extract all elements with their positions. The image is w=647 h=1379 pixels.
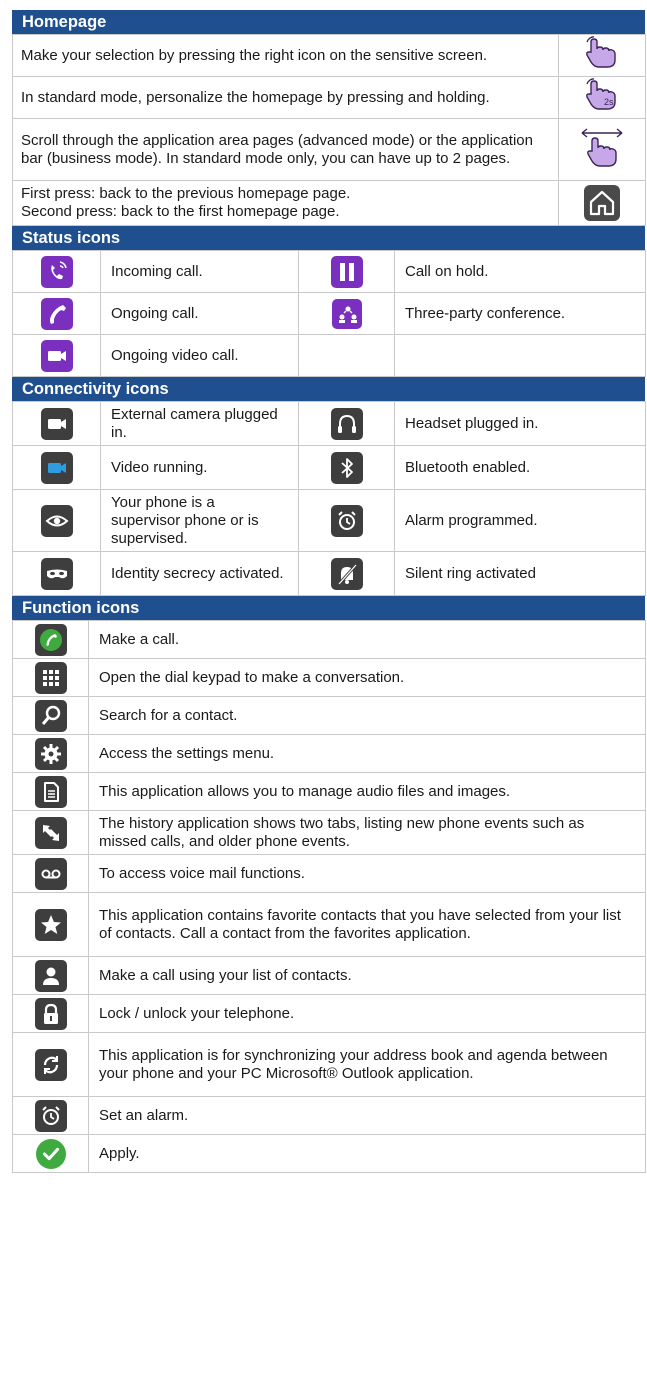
check-icon <box>35 1138 66 1169</box>
function-text: Set an alarm. <box>88 1096 646 1135</box>
table-row: Ongoing call. Three-party conference. <box>12 292 646 335</box>
table-row: This application is for synchronizing yo… <box>12 1032 646 1097</box>
status-text: Call on hold. <box>394 250 646 293</box>
connectivity-text: Your phone is a supervisor phone or is s… <box>100 489 299 552</box>
status-text: Ongoing video call. <box>100 334 299 377</box>
connectivity-text: Alarm programmed. <box>394 489 646 552</box>
history-arrows-icon <box>34 816 67 849</box>
status-text: Three-party conference. <box>394 292 646 335</box>
status-text: Ongoing call. <box>100 292 299 335</box>
conference-icon <box>331 298 362 329</box>
alarm-clock-icon <box>34 1099 67 1132</box>
table-row: Search for a contact. <box>12 696 646 735</box>
function-text: Lock / unlock your telephone. <box>88 994 646 1033</box>
row-text: Make your selection by pressing the righ… <box>12 34 559 77</box>
section-header-connectivity-icons: Connectivity icons <box>12 377 645 401</box>
function-text: Search for a contact. <box>88 696 646 735</box>
table-row: Make your selection by pressing the righ… <box>12 34 646 77</box>
table-row: Access the settings menu. <box>12 734 646 773</box>
homepage-table: Make your selection by pressing the righ… <box>12 34 646 226</box>
status-table: Incoming call. Call on hold. Ongoing cal… <box>12 250 646 377</box>
row-text: Scroll through the application area page… <box>12 118 559 181</box>
table-row: Scroll through the application area page… <box>12 118 646 181</box>
video-camera-icon <box>40 339 73 372</box>
document-icon <box>34 775 67 808</box>
table-row: Apply. <box>12 1134 646 1173</box>
function-text: This application is for synchronizing yo… <box>88 1032 646 1097</box>
status-text: Incoming call. <box>100 250 299 293</box>
lock-icon <box>34 997 67 1030</box>
table-row: Open the dial keypad to make a conversat… <box>12 658 646 697</box>
icon-reference-page: Homepage Make your selection by pressing… <box>12 10 646 1173</box>
section-header-function-icons: Function icons <box>12 596 645 620</box>
table-row: In standard mode, personalize the homepa… <box>12 76 646 119</box>
connectivity-text: External camera plugged in. <box>100 401 299 446</box>
contact-icon <box>34 959 67 992</box>
table-row: Make a call. <box>12 620 646 659</box>
function-text: The history application shows two tabs, … <box>88 810 646 855</box>
star-icon <box>34 908 67 941</box>
empty-cell <box>394 334 646 377</box>
function-text: Open the dial keypad to make a conversat… <box>88 658 646 697</box>
sync-icon <box>34 1048 67 1081</box>
function-text: This application allows you to manage au… <box>88 772 646 811</box>
green-phone-icon <box>34 623 67 656</box>
eye-icon <box>40 504 73 537</box>
section-header-homepage: Homepage <box>12 10 645 34</box>
voicemail-icon <box>34 857 67 890</box>
gear-icon <box>34 737 67 770</box>
function-text: This application contains favorite conta… <box>88 892 646 957</box>
home-icon <box>558 180 646 226</box>
table-row: This application contains favorite conta… <box>12 892 646 957</box>
silent-bell-icon <box>330 557 363 590</box>
table-row: Identity secrecy activated. Silent ring … <box>12 551 646 596</box>
phone-handset-icon <box>40 297 73 330</box>
table-row: To access voice mail functions. <box>12 854 646 893</box>
function-text: Make a call. <box>88 620 646 659</box>
table-row: The history application shows two tabs, … <box>12 810 646 855</box>
camera-icon <box>40 407 73 440</box>
bluetooth-icon <box>330 451 363 484</box>
connectivity-text: Bluetooth enabled. <box>394 445 646 490</box>
search-icon <box>34 699 67 732</box>
table-row: Make a call using your list of contacts. <box>12 956 646 995</box>
function-text: Apply. <box>88 1134 646 1173</box>
connectivity-text: Headset plugged in. <box>394 401 646 446</box>
connectivity-table: External camera plugged in. Headset plug… <box>12 401 646 596</box>
connectivity-text: Video running. <box>100 445 299 490</box>
table-row: Set an alarm. <box>12 1096 646 1135</box>
mask-icon <box>40 557 73 590</box>
function-text: To access voice mail functions. <box>88 854 646 893</box>
row-text: First press: back to the previous homepa… <box>12 180 559 226</box>
table-row: This application allows you to manage au… <box>12 772 646 811</box>
swipe-hand-icon <box>558 118 646 181</box>
table-row: First press: back to the previous homepa… <box>12 180 646 226</box>
table-row: Your phone is a supervisor phone or is s… <box>12 489 646 552</box>
function-text: Make a call using your list of contacts. <box>88 956 646 995</box>
pause-icon <box>330 255 363 288</box>
video-running-icon <box>40 451 73 484</box>
incoming-call-icon <box>40 255 73 288</box>
keypad-icon <box>34 661 67 694</box>
table-row: Ongoing video call. <box>12 334 646 377</box>
alarm-icon <box>330 504 363 537</box>
icon-2s-label: 2s <box>604 97 614 107</box>
headset-icon <box>330 407 363 440</box>
table-row: Video running. Bluetooth enabled. <box>12 445 646 490</box>
row-text: In standard mode, personalize the homepa… <box>12 76 559 119</box>
press-hold-2s-icon: 2s <box>558 76 646 119</box>
function-table: Make a call. Open the dial keypad to mak… <box>12 620 646 1173</box>
table-row: External camera plugged in. Headset plug… <box>12 401 646 446</box>
function-text: Access the settings menu. <box>88 734 646 773</box>
section-header-status-icons: Status icons <box>12 226 645 250</box>
empty-cell <box>298 334 395 377</box>
connectivity-text: Identity secrecy activated. <box>100 551 299 596</box>
table-row: Incoming call. Call on hold. <box>12 250 646 293</box>
table-row: Lock / unlock your telephone. <box>12 994 646 1033</box>
tap-hand-icon <box>558 34 646 77</box>
connectivity-text: Silent ring activated <box>394 551 646 596</box>
